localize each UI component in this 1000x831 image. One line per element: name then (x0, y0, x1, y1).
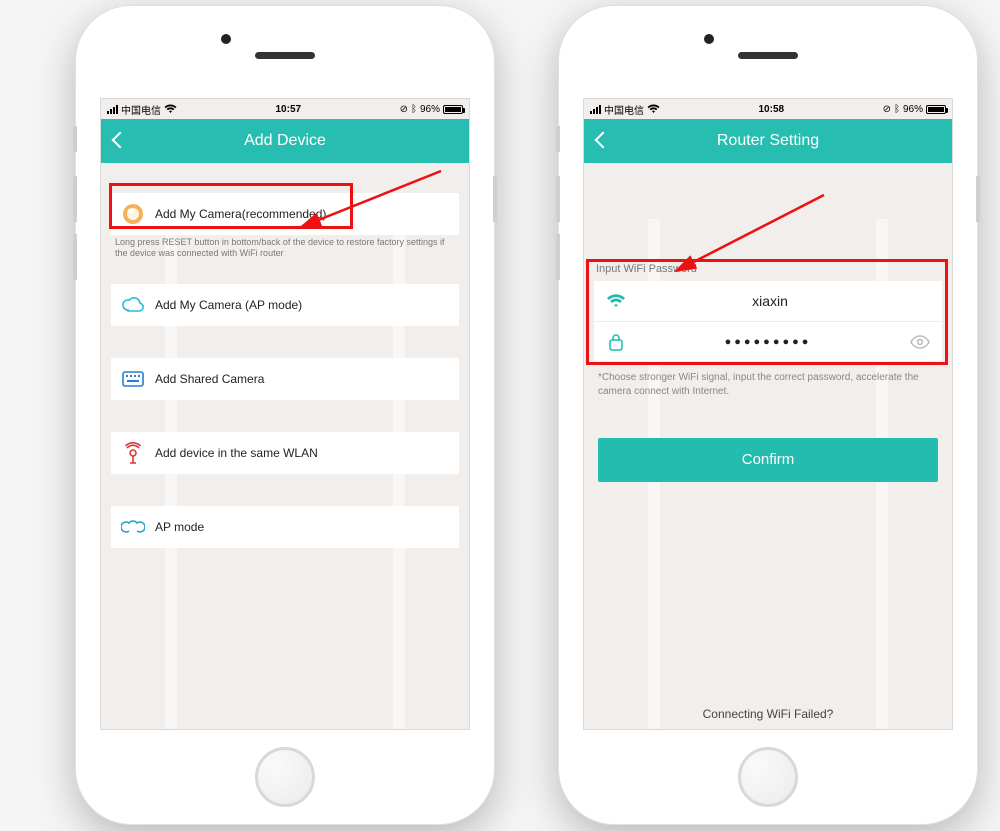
signal-icon (590, 105, 601, 114)
bluetooth-icon: ᛒ (411, 104, 417, 115)
phone-bezel-top (559, 6, 977, 96)
volume-up (73, 176, 77, 222)
earpiece-speaker (738, 52, 798, 59)
battery-percent: 96% (420, 104, 440, 115)
power-button (493, 176, 497, 222)
screen-right: 中国电信 10:58 ⊘ ᛒ 96% Router Setting Input … (583, 98, 953, 730)
option-label: Add device in the same WLAN (155, 446, 318, 460)
back-button[interactable] (594, 131, 606, 151)
battery-percent: 96% (903, 104, 923, 115)
home-button[interactable] (255, 747, 315, 807)
option-label: Add My Camera (AP mode) (155, 298, 302, 312)
back-button[interactable] (111, 131, 123, 151)
reset-help-text: Long press RESET button in bottom/back o… (101, 235, 469, 260)
volume-down (73, 234, 77, 280)
home-button[interactable] (738, 747, 798, 807)
page-title: Router Setting (717, 132, 819, 150)
page-title: Add Device (244, 132, 326, 150)
status-bar: 中国电信 10:58 ⊘ ᛒ 96% (584, 99, 952, 119)
front-camera (221, 34, 231, 44)
annotation-highlight-box (109, 183, 353, 229)
mute-switch (73, 126, 77, 152)
volume-down (556, 234, 560, 280)
cloud-link-icon (121, 515, 145, 539)
signal-icon (107, 105, 118, 114)
option-ap-mode[interactable]: AP mode (111, 506, 459, 548)
add-device-content: Add My Camera(recommended) Long press RE… (101, 163, 469, 548)
wifi-icon (647, 104, 660, 114)
phone-bezel-top (76, 6, 494, 96)
antenna-icon (121, 441, 145, 465)
power-button (976, 176, 980, 222)
front-camera (704, 34, 714, 44)
keyboard-icon (121, 367, 145, 391)
option-add-device-same-wlan[interactable]: Add device in the same WLAN (111, 432, 459, 474)
carrier-label: 中国电信 (604, 102, 644, 117)
annotation-highlight-box (586, 259, 948, 365)
connecting-failed-link[interactable]: Connecting WiFi Failed? (584, 707, 952, 721)
option-add-my-camera-ap[interactable]: Add My Camera (AP mode) (111, 284, 459, 326)
wifi-note-text: *Choose stronger WiFi signal, input the … (584, 361, 952, 398)
confirm-button[interactable]: Confirm (598, 438, 938, 482)
wifi-icon (164, 104, 177, 114)
status-time: 10:58 (759, 104, 785, 115)
bluetooth-icon: ᛒ (894, 104, 900, 115)
volume-up (556, 176, 560, 222)
option-label: AP mode (155, 520, 204, 534)
phone-mockup-right: 中国电信 10:58 ⊘ ᛒ 96% Router Setting Input … (558, 5, 978, 825)
screen-left: 中国电信 10:57 ⊘ ᛒ 96% Add Device Add My Cam… (100, 98, 470, 730)
phone-mockup-left: 中国电信 10:57 ⊘ ᛒ 96% Add Device Add My Cam… (75, 5, 495, 825)
option-add-shared-camera[interactable]: Add Shared Camera (111, 358, 459, 400)
battery-icon (443, 105, 463, 114)
option-label: Add Shared Camera (155, 372, 264, 386)
do-not-disturb-icon: ⊘ (400, 104, 408, 115)
battery-icon (926, 105, 946, 114)
mute-switch (556, 126, 560, 152)
router-setting-content: Input WiFi Password xiaxin ●●●●●●●●● (584, 163, 952, 482)
status-time: 10:57 (276, 104, 302, 115)
earpiece-speaker (255, 52, 315, 59)
status-bar: 中国电信 10:57 ⊘ ᛒ 96% (101, 99, 469, 119)
do-not-disturb-icon: ⊘ (883, 104, 891, 115)
cloud-icon (121, 293, 145, 317)
carrier-label: 中国电信 (121, 102, 161, 117)
nav-bar: Router Setting (584, 119, 952, 163)
nav-bar: Add Device (101, 119, 469, 163)
